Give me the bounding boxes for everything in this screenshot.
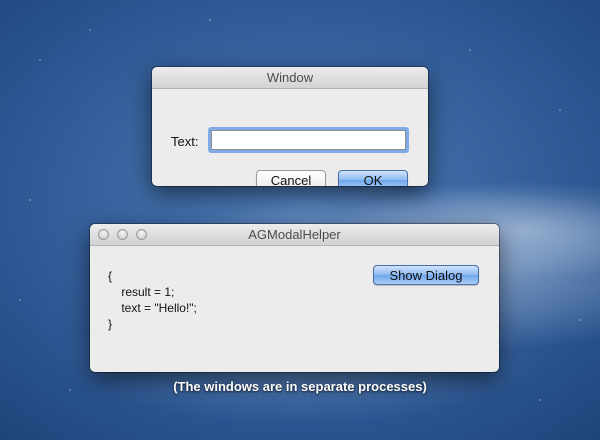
ok-button[interactable]: OK: [338, 170, 408, 186]
helper-content: { result = 1; text = "Hello!"; } Show Di…: [90, 246, 499, 372]
text-field[interactable]: [211, 130, 406, 150]
dialog-content: Text: Cancel OK: [152, 89, 428, 186]
text-label: Text:: [171, 134, 199, 149]
helper-title: AGModalHelper: [248, 227, 341, 242]
desktop-caption: (The windows are in separate processes): [173, 379, 427, 394]
helper-titlebar[interactable]: AGModalHelper: [90, 224, 499, 246]
result-output: { result = 1; text = "Hello!"; }: [108, 269, 197, 331]
zoom-window-icon[interactable]: [136, 229, 147, 240]
cancel-button[interactable]: Cancel: [256, 170, 326, 186]
dialog-window: Window Text: Cancel OK: [152, 67, 428, 186]
dialog-title: Window: [266, 70, 314, 85]
window-controls: [98, 229, 147, 240]
minimize-window-icon[interactable]: [117, 229, 128, 240]
close-window-icon[interactable]: [98, 229, 109, 240]
desktop-stars: [0, 0, 600, 440]
dialog-titlebar[interactable]: Window: [152, 67, 428, 89]
show-dialog-button[interactable]: Show Dialog: [373, 265, 479, 285]
helper-window: AGModalHelper { result = 1; text = "Hell…: [90, 224, 499, 372]
